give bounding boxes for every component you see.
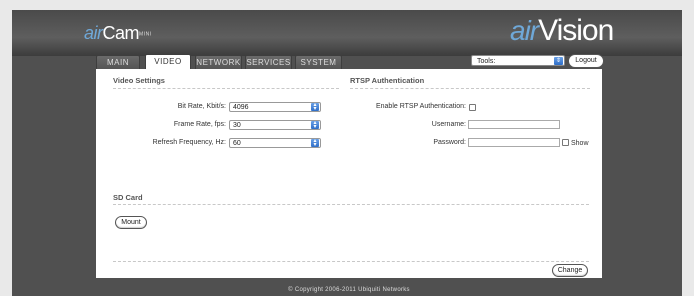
updown-arrows-icon: ⇕ [554, 57, 563, 65]
sdcard-title: SD Card [113, 193, 143, 202]
username-label: Username: [431, 121, 466, 128]
rtsp-enable-label: Enable RTSP Authentication: [375, 103, 466, 110]
tab-system[interactable]: SYSTEM [295, 55, 342, 69]
logout-button[interactable]: Logout [568, 54, 604, 68]
tab-main[interactable]: MAIN [96, 55, 140, 69]
updown-arrows-icon: ▴ ▾ [311, 120, 319, 130]
video-settings-panel: Video Settings Bit Rate, Kbit/s: 4096 ▴ ▾ … [96, 69, 602, 278]
mount-button[interactable]: Mount [115, 216, 147, 229]
aircam-logo: airCamMINI [84, 23, 152, 44]
updown-arrows-icon: ▴ ▾ [311, 102, 319, 112]
updown-arrows-icon: ▴ ▾ [311, 138, 319, 148]
bitrate-select[interactable]: 4096 ▴ ▾ [229, 102, 321, 112]
airvision-logo: airVision [510, 14, 614, 48]
password-field[interactable] [468, 138, 560, 147]
framerate-select[interactable]: 30 ▴ ▾ [229, 120, 321, 130]
divider [113, 261, 589, 262]
rtsp-enable-checkbox[interactable] [469, 104, 476, 111]
username-field[interactable] [468, 120, 560, 129]
logo-main: Cam [102, 23, 140, 43]
change-button[interactable]: Change [552, 264, 588, 277]
divider [113, 88, 339, 89]
tools-select[interactable]: Tools: ⇕ [471, 55, 565, 66]
show-password-label: Show [571, 140, 589, 147]
show-password-checkbox[interactable] [562, 139, 569, 146]
divider [350, 88, 590, 89]
divider [113, 204, 589, 205]
logo-prefix: air [84, 23, 103, 43]
logo-right-prefix: air [510, 15, 539, 46]
logo-suffix: MINI [139, 31, 152, 38]
bitrate-value: 4096 [233, 104, 249, 111]
refresh-label: Refresh Frequency, Hz: [152, 139, 226, 146]
bitrate-label: Bit Rate, Kbit/s: [177, 103, 226, 110]
refresh-select[interactable]: 60 ▴ ▾ [229, 138, 321, 148]
password-label: Password: [433, 139, 466, 146]
refresh-value: 60 [233, 140, 241, 147]
tab-services[interactable]: SERVICES [245, 55, 292, 69]
logo-right-main: Vision [538, 14, 614, 47]
tab-network[interactable]: NETWORK [195, 55, 242, 69]
tools-select-value: Tools: [477, 58, 496, 65]
copyright-footer: © Copyright 2006-2011 Ubiquiti Networks [288, 287, 410, 293]
tab-video[interactable]: VIDEO [145, 54, 191, 69]
framerate-value: 30 [233, 122, 241, 129]
framerate-label: Frame Rate, fps: [173, 121, 226, 128]
rtsp-title: RTSP Authentication [350, 76, 425, 85]
video-settings-title: Video Settings [113, 76, 165, 85]
